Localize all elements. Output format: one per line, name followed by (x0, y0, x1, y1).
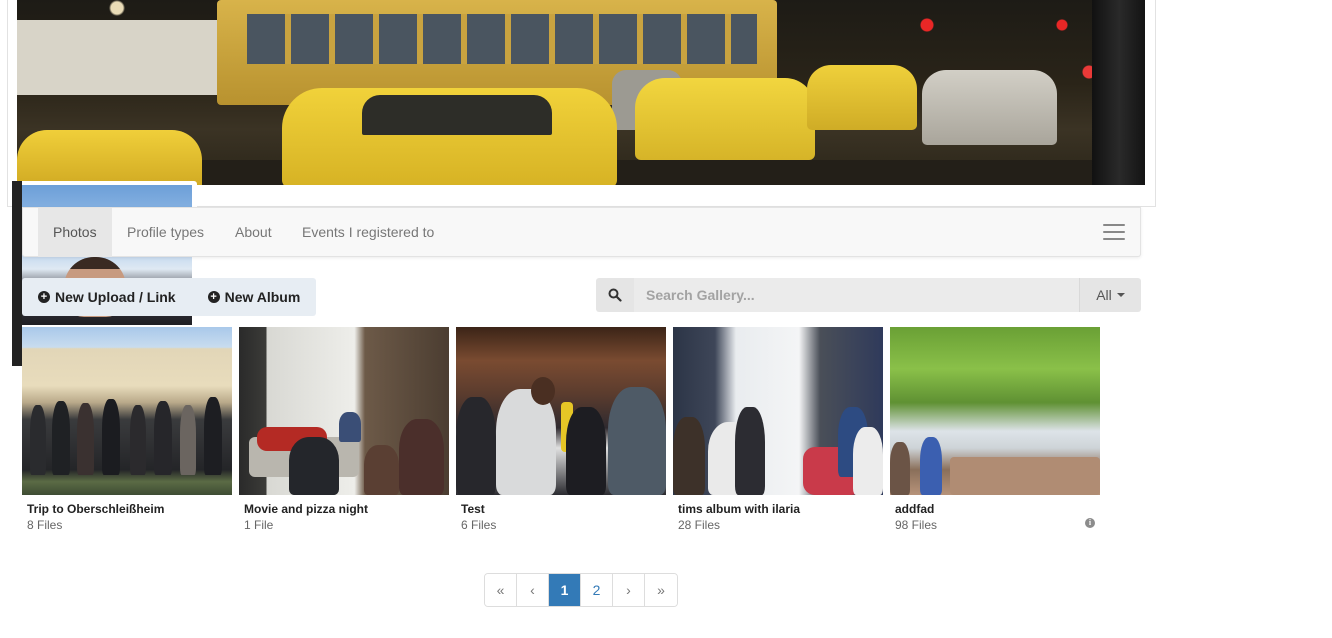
pagination-last[interactable]: » (645, 574, 677, 606)
pagination-next[interactable]: › (613, 574, 645, 606)
new-album-button[interactable]: + New Album (192, 278, 317, 316)
filter-selected-label: All (1096, 287, 1112, 303)
cover-bus (17, 20, 217, 95)
new-album-label: New Album (224, 289, 301, 305)
album-title[interactable]: Test (461, 502, 666, 516)
album-title[interactable]: addfad (895, 502, 1100, 516)
search-button[interactable] (596, 278, 634, 312)
album-thumbnail[interactable] (890, 327, 1100, 495)
album-card[interactable]: Movie and pizza night 1 File (239, 327, 449, 532)
search-icon (608, 288, 622, 302)
cover-tram-windows (247, 14, 757, 64)
pagination: « ‹ 1 2 › » (484, 573, 678, 607)
album-file-count: 1 File (244, 518, 274, 532)
album-file-count: 6 Files (461, 518, 497, 532)
album-file-count: 28 Files (678, 518, 721, 532)
album-card[interactable]: Test 6 Files (456, 327, 666, 532)
album-file-count: 8 Files (27, 518, 63, 532)
cover-taxi-window (362, 95, 552, 135)
cover-taxi (807, 65, 917, 130)
cover-photo (17, 0, 1145, 185)
album-thumbnail[interactable] (456, 327, 666, 495)
cover-taxi (17, 130, 202, 185)
album-card[interactable]: Trip to Oberschleißheim 8 Files (22, 327, 232, 532)
pagination-prev[interactable]: ‹ (517, 574, 549, 606)
pagination-page-1[interactable]: 1 (549, 574, 581, 606)
cover-car (922, 70, 1057, 145)
pagination-page-2[interactable]: 2 (581, 574, 613, 606)
album-thumbnail[interactable] (239, 327, 449, 495)
caret-down-icon (1116, 293, 1125, 297)
album-thumbnail[interactable] (673, 327, 883, 495)
gallery-search: All (596, 278, 1141, 312)
album-card[interactable]: addfad 98 Files i (890, 327, 1100, 532)
plus-circle-icon: + (207, 291, 220, 303)
tab-events[interactable]: Events I registered to (287, 208, 449, 257)
album-title[interactable]: Movie and pizza night (244, 502, 449, 516)
gallery-filter-select[interactable]: All (1079, 278, 1141, 312)
album-file-count: 98 Files (895, 518, 938, 532)
pagination-first[interactable]: « (485, 574, 517, 606)
hamburger-menu-icon[interactable] (1103, 224, 1125, 240)
profile-navbar: Photos Profile types About Events I regi… (22, 207, 1141, 257)
new-upload-label: New Upload / Link (55, 289, 176, 305)
info-icon[interactable]: i (1085, 518, 1095, 528)
cover-pole (1092, 0, 1145, 185)
album-card[interactable]: tims album with ilaria 28 Files (673, 327, 883, 532)
cover-taxi (635, 78, 815, 160)
gallery-actions: + New Upload / Link + New Album (22, 278, 317, 316)
tab-profile-types[interactable]: Profile types (112, 208, 219, 257)
avatar-edge (12, 181, 22, 366)
album-thumbnail[interactable] (22, 327, 232, 495)
search-input[interactable] (634, 278, 1079, 312)
tab-photos[interactable]: Photos (38, 208, 112, 257)
tab-about[interactable]: About (220, 208, 287, 257)
album-title[interactable]: tims album with ilaria (678, 502, 883, 516)
album-title[interactable]: Trip to Oberschleißheim (27, 502, 232, 516)
new-upload-button[interactable]: + New Upload / Link (22, 278, 192, 316)
plus-circle-icon: + (38, 291, 50, 303)
